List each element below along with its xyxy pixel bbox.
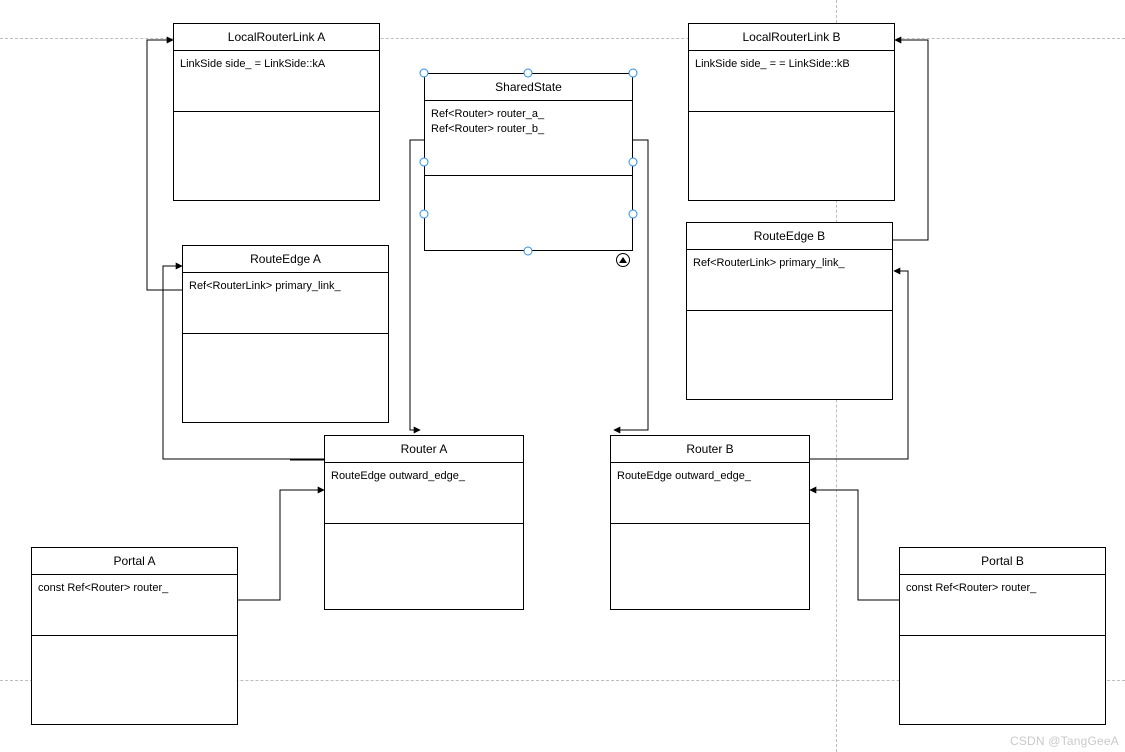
class-operations	[174, 112, 379, 200]
class-title: Router B	[611, 436, 809, 463]
attribute: const Ref<Router> router_	[38, 581, 231, 596]
class-operations	[687, 311, 892, 399]
selection-handle-e2[interactable]	[629, 210, 638, 219]
class-title: Portal B	[900, 548, 1105, 575]
class-title: LocalRouterLink A	[174, 24, 379, 51]
class-attributes: RouteEdge outward_edge_	[325, 463, 523, 524]
class-local-router-link-a[interactable]: LocalRouterLink A LinkSide side_ = LinkS…	[173, 23, 380, 201]
watermark: CSDN @TangGeeA	[1010, 734, 1119, 748]
class-operations	[611, 524, 809, 609]
class-operations	[425, 176, 632, 250]
class-attributes: Ref<RouterLink> primary_link_	[687, 250, 892, 311]
class-title: Router A	[325, 436, 523, 463]
class-title: LocalRouterLink B	[689, 24, 894, 51]
class-shared-state[interactable]: SharedState Ref<Router> router_a_ Ref<Ro…	[424, 73, 633, 251]
class-title: Portal A	[32, 548, 237, 575]
attribute: Ref<Router> router_a_	[431, 107, 626, 122]
class-local-router-link-b[interactable]: LocalRouterLink B LinkSide side_ = = Lin…	[688, 23, 895, 201]
class-router-b[interactable]: Router B RouteEdge outward_edge_	[610, 435, 810, 610]
selection-handle-nw[interactable]	[420, 69, 429, 78]
selection-handle-ne[interactable]	[629, 69, 638, 78]
attribute: Ref<RouterLink> primary_link_	[189, 279, 382, 294]
class-attributes: Ref<Router> router_a_ Ref<Router> router…	[425, 101, 632, 176]
attribute: RouteEdge outward_edge_	[617, 469, 803, 484]
class-router-a[interactable]: Router A RouteEdge outward_edge_	[324, 435, 524, 610]
selection-handle-s[interactable]	[524, 247, 533, 256]
class-title: SharedState	[425, 74, 632, 101]
class-attributes: Ref<RouterLink> primary_link_	[183, 273, 388, 334]
class-route-edge-b[interactable]: RouteEdge B Ref<RouterLink> primary_link…	[686, 222, 893, 400]
class-attributes: LinkSide side_ = = LinkSide::kB	[689, 51, 894, 112]
class-route-edge-a[interactable]: RouteEdge A Ref<RouterLink> primary_link…	[182, 245, 389, 423]
class-attributes: LinkSide side_ = LinkSide::kA	[174, 51, 379, 112]
class-title: RouteEdge B	[687, 223, 892, 250]
attribute: Ref<Router> router_b_	[431, 122, 626, 137]
class-operations	[900, 636, 1105, 724]
page-guide-horizontal-top	[0, 38, 1125, 39]
class-operations	[32, 636, 237, 724]
class-attributes: const Ref<Router> router_	[900, 575, 1105, 636]
attribute: RouteEdge outward_edge_	[331, 469, 517, 484]
selection-handle-w[interactable]	[420, 158, 429, 167]
rotate-handle[interactable]	[616, 253, 630, 267]
selection-handle-w2[interactable]	[420, 210, 429, 219]
attribute: LinkSide side_ = = LinkSide::kB	[695, 57, 888, 72]
class-operations	[325, 524, 523, 609]
class-operations	[689, 112, 894, 200]
attribute: Ref<RouterLink> primary_link_	[693, 256, 886, 271]
class-title: RouteEdge A	[183, 246, 388, 273]
class-attributes: const Ref<Router> router_	[32, 575, 237, 636]
diagram-canvas[interactable]: LocalRouterLink A LinkSide side_ = LinkS…	[0, 0, 1125, 752]
class-operations	[183, 334, 388, 422]
class-portal-a[interactable]: Portal A const Ref<Router> router_	[31, 547, 238, 725]
class-portal-b[interactable]: Portal B const Ref<Router> router_	[899, 547, 1106, 725]
selection-handle-e[interactable]	[629, 158, 638, 167]
attribute: LinkSide side_ = LinkSide::kA	[180, 57, 373, 72]
selection-handle-n[interactable]	[524, 69, 533, 78]
attribute: const Ref<Router> router_	[906, 581, 1099, 596]
class-attributes: RouteEdge outward_edge_	[611, 463, 809, 524]
